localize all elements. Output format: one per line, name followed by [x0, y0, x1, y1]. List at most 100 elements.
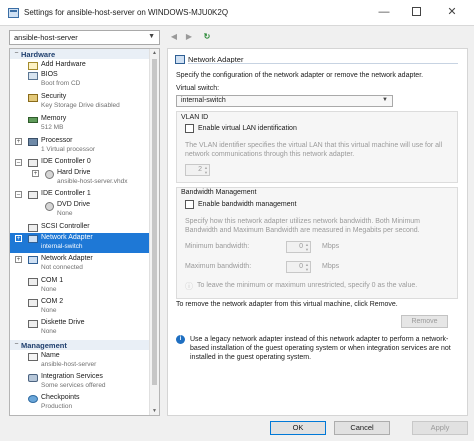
max-bandwidth-unit: Mbps — [322, 263, 340, 270]
sidebar-item-label: BIOS — [41, 71, 58, 78]
sidebar-item-label: COM 2 — [41, 298, 64, 305]
bandwidth-checkbox[interactable] — [185, 200, 194, 209]
sidebar-item-detail: Some services offered — [41, 382, 106, 389]
collapse-icon[interactable]: – — [13, 341, 20, 348]
sidebar-item-detail: Boot from CD — [41, 80, 81, 87]
scroll-up-icon[interactable]: ▲ — [152, 50, 157, 56]
sidebar-item-hard-drive[interactable]: + Hard Drive ansible-host-server.vhdx — [10, 168, 150, 188]
spinner-arrows-icon[interactable]: ▲ ▼ — [305, 262, 309, 272]
sidebar-item-network-adapter-selected[interactable]: + Network Adapter internal-switch — [10, 233, 150, 253]
title-divider — [188, 63, 458, 64]
sidebar-item-com-1[interactable]: COM 1 None — [10, 276, 150, 296]
sidebar-item-label: Network Adapter — [41, 234, 93, 241]
scroll-down-icon[interactable]: ▼ — [152, 408, 157, 414]
vlan-header: VLAN ID — [181, 114, 209, 121]
legacy-adapter-info: Use a legacy network adapter instead of … — [190, 336, 451, 361]
collapse-icon[interactable]: – — [13, 50, 20, 57]
sidebar-item-bios[interactable]: BIOS Boot from CD — [10, 70, 150, 90]
sidebar-scrollbar[interactable]: ▲ ▼ — [149, 49, 159, 415]
vlan-help-text: The VLAN identifier specifies the virtua… — [185, 142, 443, 158]
checkpoints-icon — [28, 395, 38, 403]
expand-icon[interactable]: + — [15, 235, 22, 242]
hardware-header-label: Hardware — [21, 50, 56, 59]
sidebar-item-label: Security — [41, 93, 67, 100]
sidebar-item-com-2[interactable]: COM 2 None — [10, 297, 150, 317]
sidebar-item-label: Diskette Drive — [41, 319, 85, 326]
vlan-checkbox-label: Enable virtual LAN identification — [198, 125, 297, 132]
ok-button[interactable]: OK — [270, 421, 326, 435]
sidebar-item-network-adapter[interactable]: + Network Adapter Not connected — [10, 254, 150, 274]
management-section-header[interactable]: – Management — [10, 340, 150, 350]
vm-selector[interactable]: ansible-host-server ▼ — [9, 30, 160, 45]
cancel-button[interactable]: Cancel — [334, 421, 390, 435]
bandwidth-note: To leave the minimum or maximum unrestri… — [197, 282, 418, 289]
spinner-arrows-icon[interactable]: ▲ ▼ — [204, 165, 208, 175]
sidebar-item-name[interactable]: Name ansible-host-server — [10, 351, 150, 371]
sidebar-item-memory[interactable]: Memory 512 MB — [10, 114, 150, 134]
sidebar-item-integration-services[interactable]: Integration Services Some services offer… — [10, 372, 150, 392]
sidebar-item-label: COM 1 — [41, 277, 64, 284]
forward-arrow-icon[interactable]: ▶ — [183, 31, 195, 43]
expand-icon[interactable]: + — [32, 170, 39, 177]
info-grey-icon: ⓘ — [185, 282, 193, 291]
title-bar: Settings for ansible-host-server on WIND… — [0, 0, 474, 26]
sidebar-item-detail: ansible-host-server.vhdx — [57, 178, 128, 185]
chevron-down-icon: ▼ — [382, 97, 388, 103]
vlan-group: VLAN ID Enable virtual LAN identificatio… — [176, 111, 458, 183]
max-bandwidth-input[interactable]: 0 ▲ ▼ — [286, 261, 311, 273]
network-adapter-icon — [28, 256, 38, 264]
bandwidth-help-text: Specify how this network adapter utilize… — [185, 218, 420, 234]
dvd-drive-icon — [45, 202, 54, 211]
window-title: Settings for ansible-host-server on WIND… — [24, 8, 229, 17]
sidebar-item-label: Hard Drive — [57, 169, 91, 176]
scrollbar-thumb[interactable] — [152, 59, 157, 385]
sidebar-item-label: IDE Controller 0 — [41, 158, 91, 165]
collapse-icon[interactable]: – — [15, 191, 22, 198]
sidebar-item-label: Network Adapter — [41, 255, 93, 262]
com-port-icon — [28, 278, 38, 286]
min-bandwidth-input[interactable]: 0 ▲ ▼ — [286, 241, 311, 253]
shield-icon — [28, 94, 38, 102]
sidebar-item-label: DVD Drive — [57, 201, 91, 208]
management-header-label: Management — [21, 341, 67, 350]
info-icon: i — [176, 335, 185, 344]
expand-icon[interactable]: + — [15, 138, 22, 145]
sidebar-item-security[interactable]: Security Key Storage Drive disabled — [10, 92, 150, 112]
sidebar-item-detail: internal-switch — [41, 243, 83, 250]
panel-description: Specify the configuration of the network… — [176, 72, 424, 79]
maximize-button[interactable] — [404, 4, 428, 20]
refresh-icon[interactable]: ↻ — [201, 31, 213, 43]
sidebar-item-processor[interactable]: + Processor 1 Virtual processor — [10, 136, 150, 156]
sidebar-item-detail: 512 MB — [41, 124, 64, 131]
settings-window-icon — [8, 8, 19, 18]
processor-icon — [28, 138, 38, 146]
sidebar-item-detail: Production — [41, 403, 73, 410]
hardware-section-header[interactable]: – Hardware — [10, 49, 150, 59]
add-hardware-icon — [28, 62, 38, 70]
ide-controller-icon — [28, 159, 38, 167]
bandwidth-checkbox-label: Enable bandwidth management — [198, 201, 297, 208]
remove-button[interactable]: Remove — [401, 315, 448, 328]
spinner-arrows-icon[interactable]: ▲ ▼ — [305, 242, 309, 252]
collapse-icon[interactable]: – — [15, 159, 22, 166]
network-adapter-panel: Network Adapter Specify the configuratio… — [167, 48, 468, 416]
expand-icon[interactable]: + — [15, 256, 22, 263]
apply-button[interactable]: Apply — [412, 421, 468, 435]
back-arrow-icon[interactable]: ◀ — [168, 31, 180, 43]
min-bandwidth-value: 0 — [299, 243, 303, 250]
close-button[interactable]: ✕ — [440, 4, 464, 20]
sidebar-item-label: Memory — [41, 115, 67, 122]
sidebar-item-detail: None — [41, 307, 57, 314]
sidebar-item-label: Name — [41, 352, 60, 359]
vlan-checkbox[interactable] — [185, 124, 194, 133]
virtual-switch-dropdown[interactable]: internal-switch ▼ — [176, 95, 393, 107]
sidebar-item-diskette-drive[interactable]: Diskette Drive None — [10, 318, 150, 338]
memory-icon — [28, 117, 38, 123]
minimize-button[interactable]: — — [372, 4, 396, 20]
sidebar-item-checkpoints[interactable]: Checkpoints Production — [10, 393, 150, 413]
min-bandwidth-unit: Mbps — [322, 243, 340, 250]
bios-icon — [28, 72, 38, 80]
sidebar-item-dvd-drive[interactable]: DVD Drive None — [10, 200, 150, 220]
vlan-id-input[interactable]: 2 ▲ ▼ — [185, 164, 210, 176]
min-bandwidth-label: Minimum bandwidth: — [185, 243, 250, 250]
